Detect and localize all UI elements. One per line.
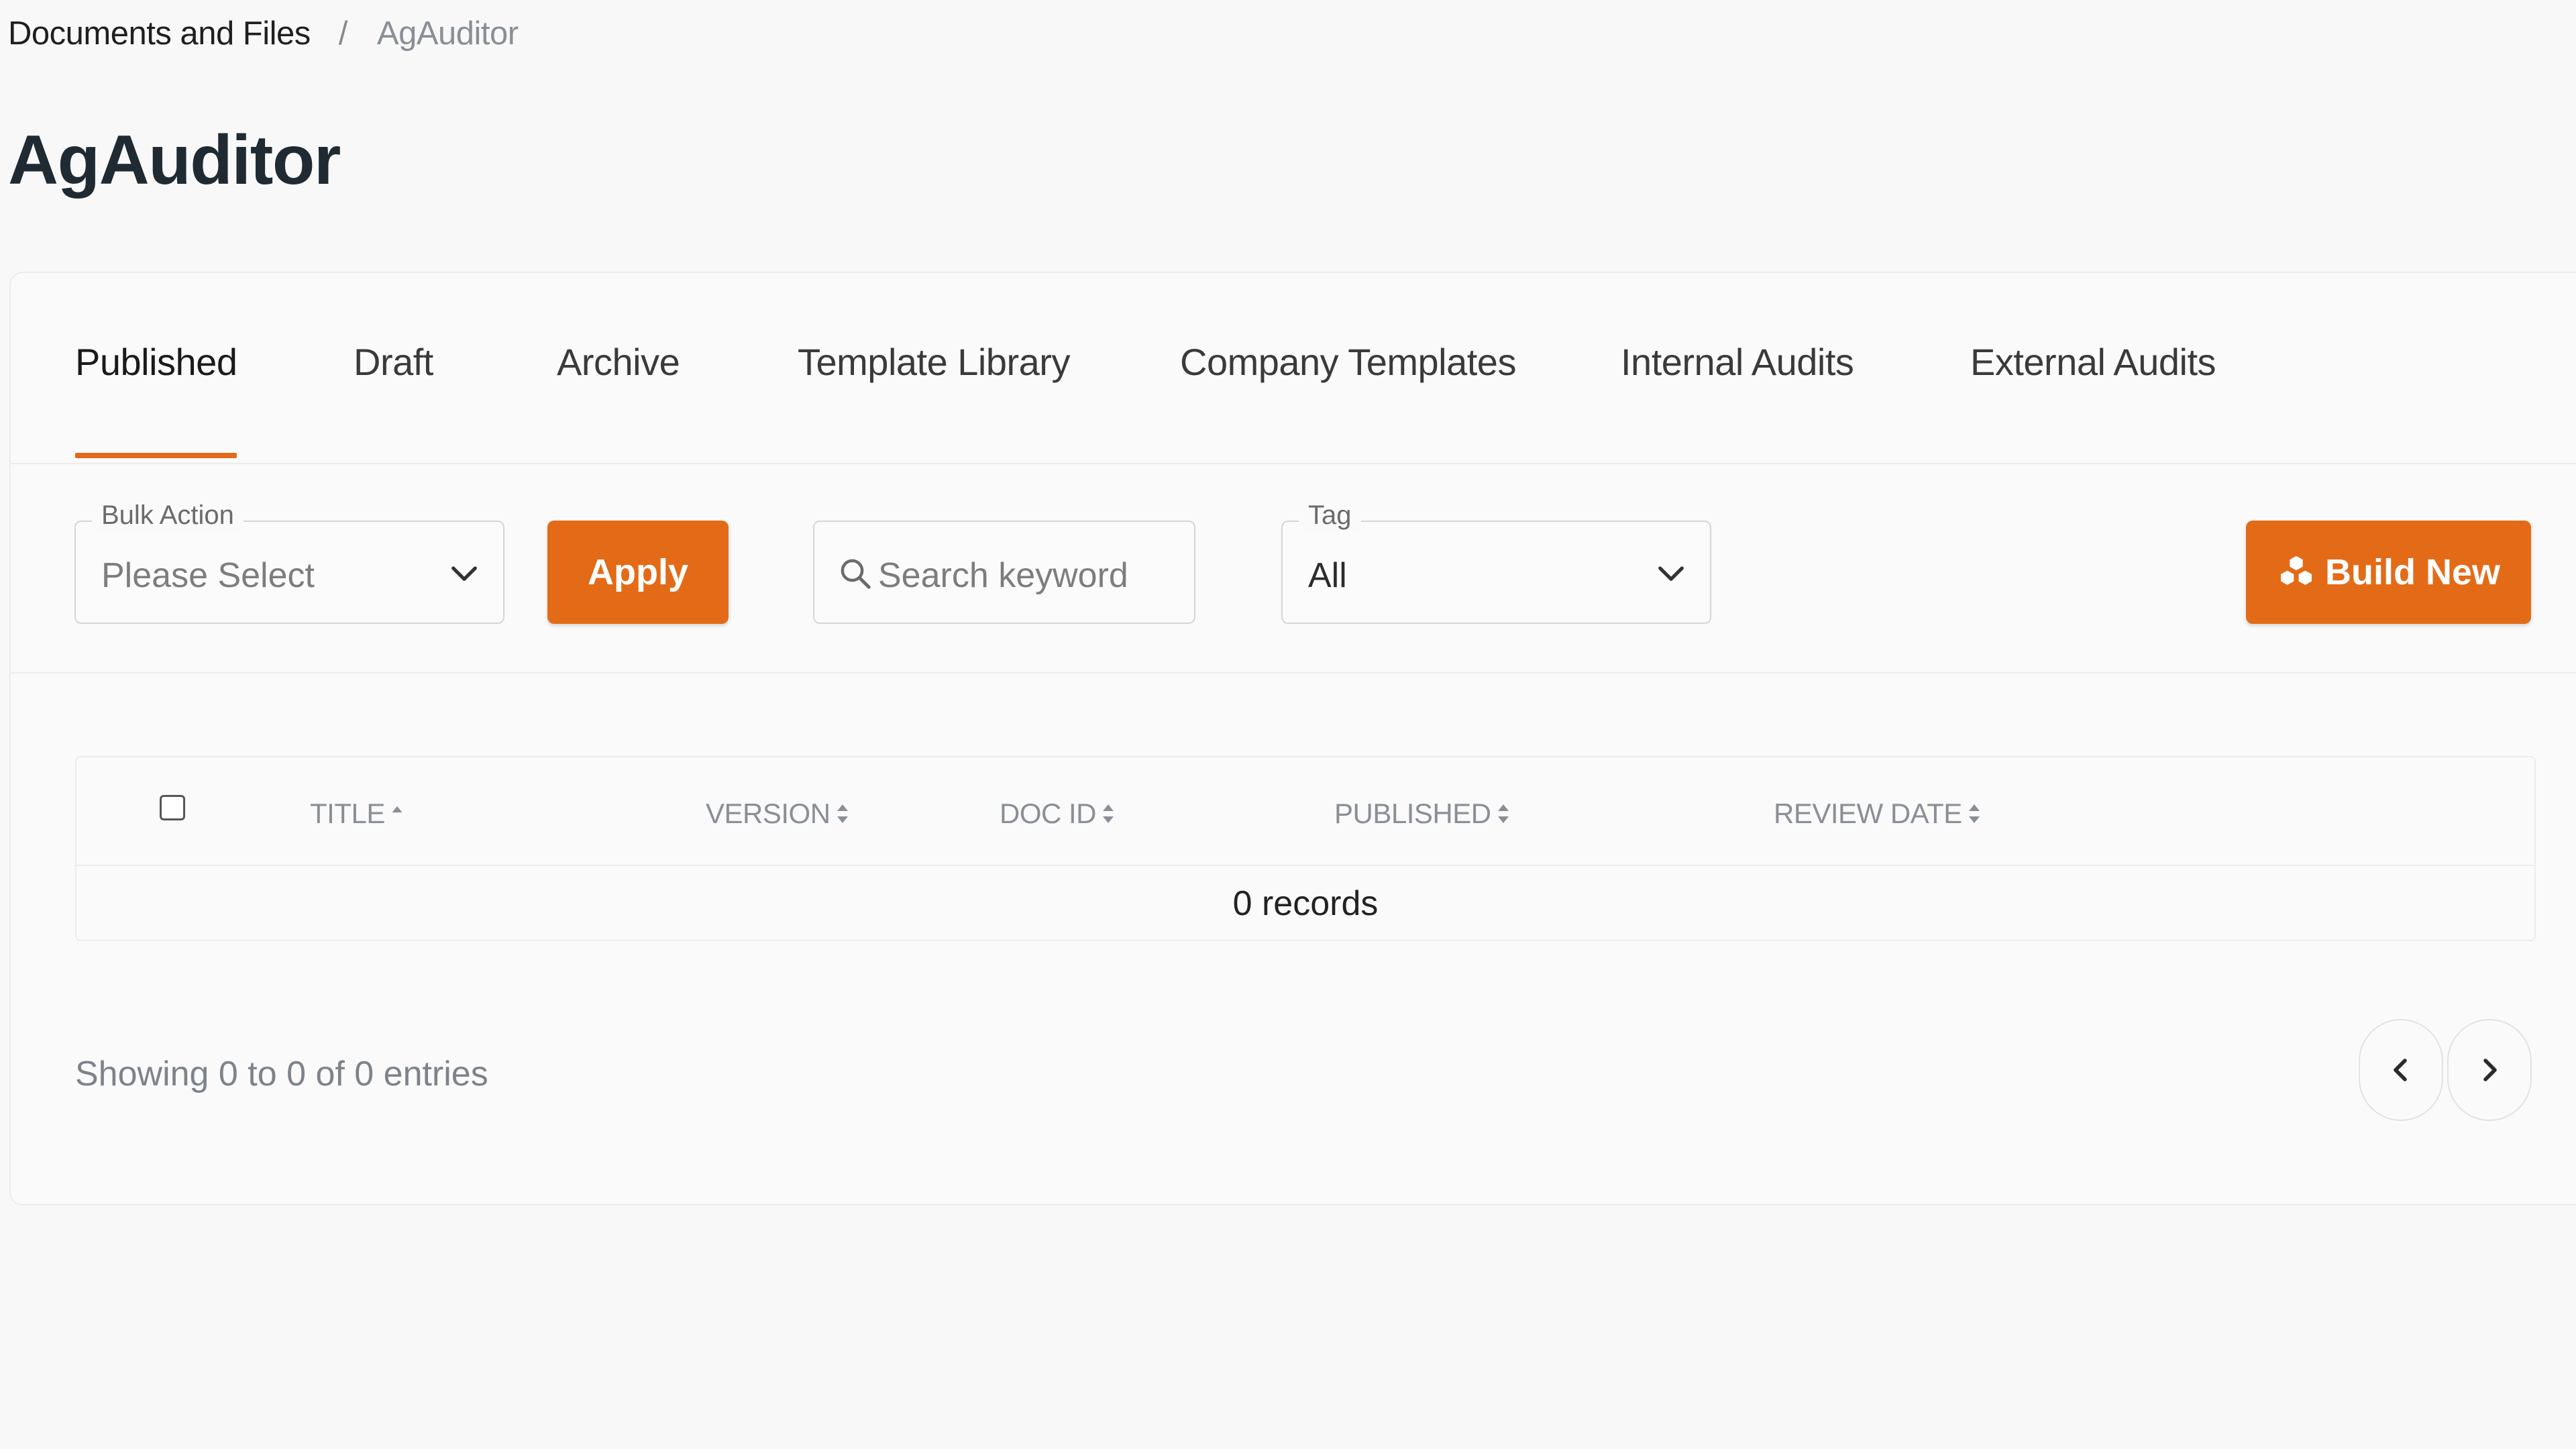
tab-internal-audits[interactable]: Internal Audits bbox=[1621, 340, 1854, 461]
column-label: DOC ID bbox=[1000, 798, 1097, 829]
next-page-button[interactable] bbox=[2447, 1019, 2532, 1121]
tab-bar: Published Draft Archive Template Library… bbox=[11, 273, 2576, 464]
tab-archive[interactable]: Archive bbox=[557, 340, 680, 461]
sort-icon bbox=[1103, 804, 1114, 823]
select-all-checkbox[interactable] bbox=[160, 795, 185, 820]
apply-button[interactable]: Apply bbox=[547, 521, 729, 624]
breadcrumb-current: AgAuditor bbox=[376, 15, 519, 52]
column-label: REVIEW DATE bbox=[1774, 798, 1962, 829]
tag-value: All bbox=[1308, 556, 1347, 595]
build-new-label: Build New bbox=[2324, 552, 2500, 592]
column-header-title[interactable]: TITLE bbox=[310, 798, 405, 830]
bulk-action-select[interactable]: Bulk Action Please Select bbox=[74, 500, 504, 624]
table-header: TITLE VERSION DOC ID PUBLISHED REVIEW DA… bbox=[76, 757, 2534, 866]
previous-page-button[interactable] bbox=[2359, 1019, 2443, 1121]
search-placeholder: Search keyword bbox=[878, 556, 1128, 595]
page-title: AgAuditor bbox=[8, 121, 341, 199]
column-header-version[interactable]: VERSION bbox=[706, 798, 851, 830]
column-header-doc-id[interactable]: DOC ID bbox=[1000, 798, 1116, 830]
tab-published[interactable]: Published bbox=[75, 340, 237, 461]
column-header-review-date[interactable]: REVIEW DATE bbox=[1774, 798, 1982, 830]
bulk-action-legend: Bulk Action bbox=[92, 500, 244, 531]
build-new-button[interactable]: Build New bbox=[2246, 521, 2531, 624]
empty-records-row: 0 records bbox=[1232, 884, 1379, 923]
sort-icon bbox=[837, 804, 848, 823]
sort-icon bbox=[1968, 804, 1980, 823]
tag-legend: Tag bbox=[1299, 500, 1361, 531]
chevron-left-icon bbox=[2394, 1059, 2407, 1081]
tab-draft[interactable]: Draft bbox=[354, 340, 433, 461]
documents-card: Published Draft Archive Template Library… bbox=[9, 272, 2576, 1205]
cubes-icon bbox=[2281, 555, 2312, 585]
sort-asc-icon bbox=[392, 806, 402, 813]
column-label: TITLE bbox=[310, 798, 385, 829]
entries-info: Showing 0 to 0 of 0 entries bbox=[75, 1055, 488, 1093]
column-label: VERSION bbox=[706, 798, 830, 829]
tab-external-audits[interactable]: External Audits bbox=[1970, 340, 2216, 461]
documents-table: TITLE VERSION DOC ID PUBLISHED REVIEW DA… bbox=[75, 756, 2536, 941]
tag-select[interactable]: Tag All bbox=[1281, 500, 1711, 624]
toolbar: Bulk Action Please Select Apply Search k… bbox=[11, 466, 2576, 674]
breadcrumb: Documents and Files / AgAuditor bbox=[8, 15, 519, 52]
tab-template-library[interactable]: Template Library bbox=[798, 340, 1070, 461]
breadcrumb-parent-link[interactable]: Documents and Files bbox=[8, 15, 311, 52]
chevron-right-icon bbox=[2483, 1059, 2497, 1081]
bulk-action-value: Please Select bbox=[101, 556, 315, 595]
search-input[interactable]: Search keyword bbox=[813, 521, 1195, 624]
tab-company-templates[interactable]: Company Templates bbox=[1180, 340, 1516, 461]
column-label: PUBLISHED bbox=[1334, 798, 1491, 829]
chevron-down-icon bbox=[451, 566, 477, 581]
search-icon bbox=[841, 559, 871, 589]
breadcrumb-separator: / bbox=[338, 15, 348, 52]
sort-icon bbox=[1497, 804, 1509, 823]
chevron-down-icon bbox=[1658, 566, 1684, 581]
column-header-published[interactable]: PUBLISHED bbox=[1334, 798, 1511, 830]
